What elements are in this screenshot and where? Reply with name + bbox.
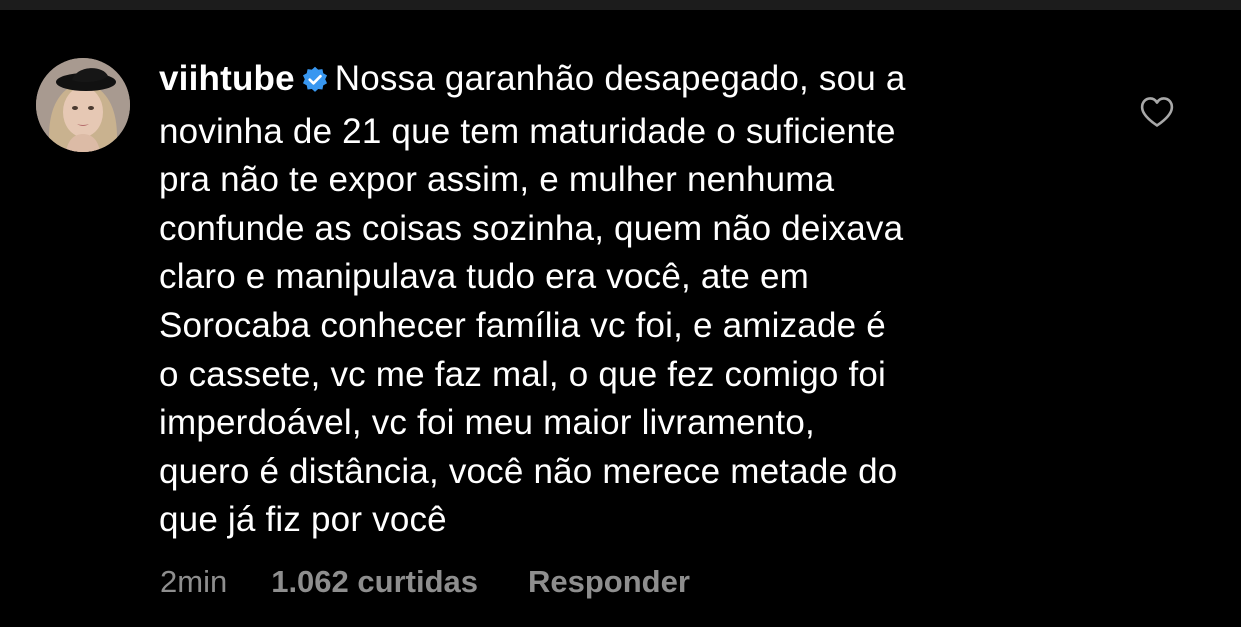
comment-text-line: claro e manipulava tudo era você, ate em (159, 257, 810, 297)
avatar[interactable] (36, 58, 130, 152)
comment-text-line: o cassete, vc me faz mal, o que fez comi… (159, 354, 887, 394)
comment-text-line: novinha de 21 que tem maturidade o sufic… (159, 111, 896, 151)
comment-text-line: pra não te expor assim, e mulher nenhuma (159, 160, 835, 200)
heart-outline-icon[interactable] (1140, 96, 1174, 128)
comment-body: viihtube Nossa garanhão desapegado, sou a… (159, 55, 1119, 545)
reply-button[interactable]: Responder (528, 560, 690, 604)
comment-text-line: que já fiz por você (159, 500, 447, 540)
comment-timestamp[interactable]: 2min (160, 560, 227, 604)
comment-text-line: Sorocaba conhecer família vc foi, e amiz… (159, 305, 886, 345)
comment-text-line: imperdoável, vc foi meu maior livramento… (159, 403, 815, 443)
comment-first-line: viihtube Nossa garanhão desapegado, sou a (159, 55, 1119, 108)
comment-text-line: quero é distância, você não merece metad… (159, 451, 898, 491)
comment-text-line: confunde as coisas sozinha, quem não dei… (159, 208, 904, 248)
top-divider (0, 0, 1241, 10)
username-link[interactable]: viihtube (159, 59, 295, 98)
comment-meta-row: 2min 1.062 curtidas Responder (160, 560, 690, 604)
verified-badge-icon (301, 59, 329, 108)
comment-text-line: Nossa garanhão desapegado, sou a (334, 59, 906, 98)
likes-count-link[interactable]: 1.062 curtidas (271, 560, 478, 604)
avatar-image (36, 58, 130, 152)
